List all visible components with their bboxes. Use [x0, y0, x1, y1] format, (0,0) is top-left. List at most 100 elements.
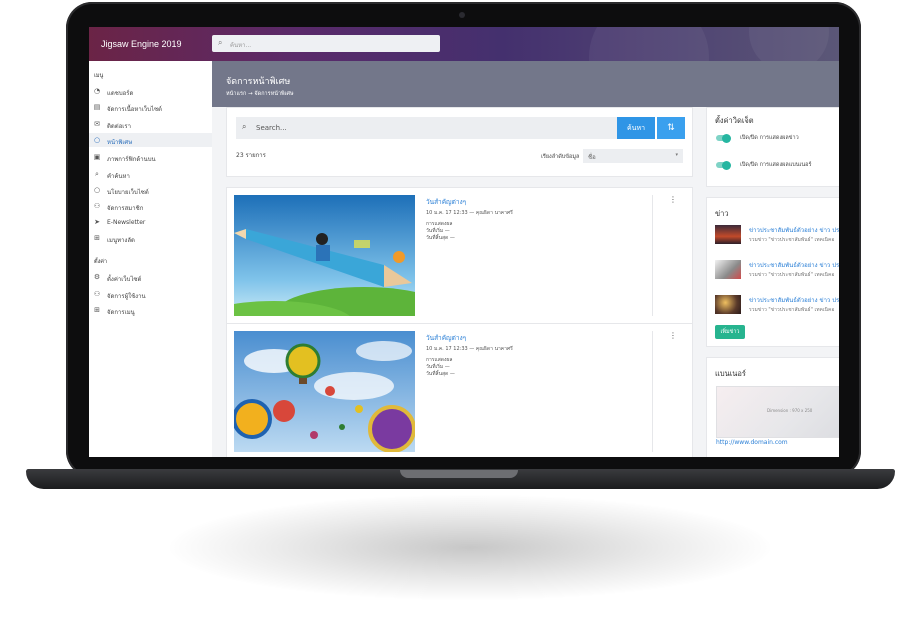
news-item-title[interactable]: ข่าวประชาสัมพันธ์ตัวอย่าง ข่าว ปร [749, 295, 839, 305]
widget-settings-card: ตั้งค่าวิดเจ็ต เปิด/ปิด การแสดงผลข่าว เป… [706, 107, 839, 187]
balloons-photo [234, 331, 415, 452]
sidebar-item-label: ติดต่อเรา [107, 123, 131, 130]
search-placeholder: Search... [256, 124, 287, 132]
top-search-input[interactable]: ⌕ ค้นหา... [212, 35, 440, 52]
sidebar-section-menu: เมนู [94, 73, 104, 79]
divider [652, 195, 653, 316]
news-thumbnail[interactable] [715, 295, 741, 314]
news-thumbnail[interactable] [715, 260, 741, 279]
sidebar-item-label: คำค้นหา [107, 173, 130, 180]
device-shadow [170, 495, 770, 600]
news-card: ข่าว ข่าวประชาสัมพันธ์ตัวอย่าง ข่าว ปร ร… [706, 197, 839, 347]
item-status: การแสดงผล [426, 221, 453, 227]
sidebar-item-site-settings[interactable]: ⚙ ตั้งค่าเว็บไซต์ [89, 270, 212, 284]
banner-toggle-label: เปิด/ปิด การแสดงผลแบนเนอร์ [740, 162, 812, 168]
filter-icon: ⇅ [667, 123, 675, 133]
sidebar-item-label: E-Newsletter [107, 219, 146, 226]
item-title[interactable]: วันสำคัญต่างๆ [426, 333, 466, 343]
chevron-down-icon: ▾ [675, 152, 678, 158]
sidebar-item-label: เมนูทางลัด [107, 237, 135, 244]
sidebar-item-policy[interactable]: ○ นโยบายเว็บไซต์ [89, 183, 212, 197]
sidebar-item-users[interactable]: ⚇ จัดการผู้ใช้งาน [89, 287, 212, 301]
result-count: 23 รายการ [236, 152, 266, 159]
divider [652, 331, 653, 452]
news-thumbnail[interactable] [715, 225, 741, 244]
device-mockup: Jigsaw Engine 2019 ⌕ ค้นหา... เมนู ◔ แดช… [0, 0, 919, 624]
news-item-title[interactable]: ข่าวประชาสัมพันธ์ตัวอย่าง ข่าว ปร [749, 225, 839, 235]
more-options-icon[interactable]: ⋮ [669, 331, 677, 340]
sitemap-icon: ⊞ [94, 234, 100, 242]
banner-link[interactable]: http://www.domain.com [716, 439, 788, 446]
sidebar-item-top-graphics[interactable]: ▣ ภาพการ์ฟิกด้านบน [89, 150, 212, 164]
item-status: การแสดงผล [426, 357, 453, 363]
sidebar-item-shortcuts[interactable]: ⊞ เมนูทางลัด [89, 231, 212, 245]
news-toggle-label: เปิด/ปิด การแสดงผลข่าว [740, 135, 799, 141]
sidebar-item-label: จัดการสมาชิก [107, 205, 144, 212]
sidebar: เมนู ◔ แดชบอร์ด ▤ จัดการเนื้อหาเว็บไซต์ … [89, 61, 212, 457]
banner-card: แบนเนอร์ Dimension : 970 x 250 http://ww… [706, 357, 839, 457]
sidebar-item-label: จัดการเมนู [107, 309, 135, 316]
news-title: ข่าว [715, 209, 729, 218]
banner-size-text: Dimension : 970 x 250 [767, 408, 813, 413]
sitemap-icon: ⊞ [94, 306, 100, 314]
users-icon: ⚇ [93, 290, 101, 298]
item-thumbnail[interactable] [234, 331, 415, 452]
laptop-notch [400, 470, 518, 478]
header-decoration [589, 27, 829, 61]
news-item-sub: รวมข่าว "ข่าวประชาสัมพันธ์" เทคเนิคอ [749, 272, 835, 278]
sidebar-item-members[interactable]: ⚇ จัดการสมาชิก [89, 199, 212, 213]
search-icon: ⌕ [218, 38, 223, 47]
sidebar-item-label: ภาพการ์ฟิกด้านบน [107, 156, 156, 163]
search-button[interactable]: ค้นหา [617, 117, 655, 139]
item-start: วันที่เริ่ม — [426, 364, 450, 370]
circle-icon: ○ [93, 136, 101, 144]
item-title[interactable]: วันสำคัญต่างๆ [426, 197, 466, 207]
news-item-sub: รวมข่าว "ข่าวประชาสัมพันธ์" เทคเนิคอ [749, 307, 835, 313]
top-bar: Jigsaw Engine 2019 ⌕ ค้นหา... [89, 27, 839, 61]
banner-image[interactable]: Dimension : 970 x 250 [716, 386, 839, 438]
news-item-title[interactable]: ข่าวประชาสัมพันธ์ตัวอย่าง ข่าว ปร [749, 260, 839, 270]
item-start: วันที่เริ่ม — [426, 228, 450, 234]
more-options-icon[interactable]: ⋮ [669, 195, 677, 204]
sidebar-item-menus[interactable]: ⊞ จัดการเมนู [89, 303, 212, 317]
banner-toggle[interactable] [716, 160, 731, 170]
item-meta: 10 ม.ค. 17 12:33 — คุณธิดา นาคาศรี [426, 346, 513, 352]
toggle-knob [722, 133, 731, 143]
sidebar-item-label: แดชบอร์ด [107, 90, 134, 97]
page-header: จัดการหน้าพิเศษ หน้าแรก → จัดการหน้าพิเศ… [212, 61, 839, 107]
dashboard-icon: ◔ [93, 87, 101, 95]
search-icon: ⌕ [95, 170, 99, 178]
sort-label: เรียงลำดับข้อมูล [541, 154, 580, 160]
sidebar-item-label: นโยบายเว็บไซต์ [107, 189, 149, 196]
sort-select[interactable]: ชื่อ ▾ [583, 149, 683, 163]
send-icon: ➤ [94, 218, 100, 226]
gear-icon: ⚙ [93, 273, 101, 281]
sidebar-item-content[interactable]: ▤ จัดการเนื้อหาเว็บไซต์ [89, 100, 212, 114]
news-toggle[interactable] [716, 133, 731, 143]
sidebar-item-label: หน้าพิเศษ [107, 139, 133, 146]
widget-settings-title: ตั้งค่าวิดเจ็ต [715, 116, 754, 125]
sidebar-item-keywords[interactable]: ⌕ คำค้นหา [89, 167, 212, 181]
item-details: การแสดงผล วันที่เริ่ม — วันที่สิ้นสุด — [426, 357, 455, 378]
sidebar-section-settings: ตั้งค่า [94, 259, 108, 265]
camera-icon [459, 12, 465, 18]
filter-button[interactable]: ⇅ [657, 117, 685, 139]
toggle-knob [722, 160, 731, 170]
sidebar-item-newsletter[interactable]: ➤ E-Newsletter [89, 215, 212, 229]
add-news-button[interactable]: เพิ่มข่าว [715, 325, 745, 339]
item-thumbnail[interactable] [234, 195, 415, 316]
app-title: Jigsaw Engine 2019 [101, 39, 182, 49]
item-end: วันที่สิ้นสุด — [426, 235, 455, 241]
search-input[interactable]: ⌕ Search... [236, 117, 617, 139]
pencil-photo [234, 195, 415, 316]
sidebar-item-contact[interactable]: ✉ ติดต่อเรา [89, 117, 212, 131]
sidebar-item-label: จัดการเนื้อหาเว็บไซต์ [107, 106, 162, 113]
page-title: จัดการหน้าพิเศษ [226, 77, 291, 87]
item-meta: 10 ม.ค. 17 12:33 — คุณธิดา นาคาศรี [426, 210, 513, 216]
item-list-card: วันสำคัญต่างๆ 10 ม.ค. 17 12:33 — คุณธิดา… [226, 187, 693, 457]
sidebar-item-dashboard[interactable]: ◔ แดชบอร์ด [89, 84, 212, 98]
sidebar-item-special-pages[interactable]: ○ หน้าพิเศษ [89, 133, 212, 147]
breadcrumb[interactable]: หน้าแรก → จัดการหน้าพิเศษ [226, 90, 294, 98]
layers-icon: ▤ [93, 103, 101, 111]
image-icon: ▣ [93, 153, 101, 161]
